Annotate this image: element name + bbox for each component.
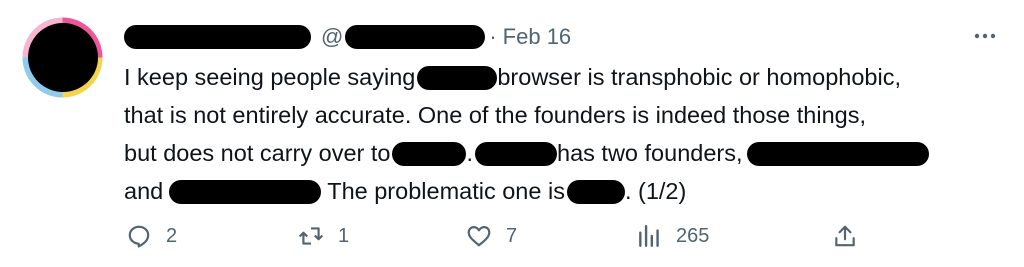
text-segment: I keep seeing people saying (124, 64, 416, 90)
more-button[interactable] (968, 24, 1002, 48)
repost-button[interactable]: 1 (298, 216, 349, 256)
redacted-text (392, 142, 467, 166)
display-name-redacted[interactable] (124, 25, 311, 49)
redacted-text (475, 142, 558, 166)
share-button[interactable] (832, 216, 858, 256)
repost-icon (298, 227, 324, 245)
tweet-text-line-4: and The problematic one is . (1/2) (124, 172, 1004, 210)
text-segment: browser is transphobic or homophobic, (497, 64, 901, 90)
tweet-date[interactable]: Feb 16 (503, 24, 572, 50)
text-segment: but does not carry over to (124, 140, 391, 166)
handle-redacted[interactable] (345, 25, 486, 49)
heart-icon (467, 226, 491, 247)
views-button[interactable]: 265 (636, 216, 709, 256)
more-horizontal-icon (974, 33, 996, 39)
tweet-header: @ · Feb 16 (124, 22, 571, 52)
views-icon (639, 225, 659, 247)
share-icon (835, 225, 855, 247)
tweet-text: I keep seeing people saying browser is tr… (124, 58, 1004, 210)
reply-icon (128, 225, 150, 248)
redacted-text (746, 142, 929, 166)
handle-at: @ (321, 24, 344, 49)
reply-button[interactable]: 2 (126, 216, 177, 256)
text-segment: and (124, 178, 164, 204)
redacted-text (417, 66, 498, 90)
text-segment: The problematic one is (327, 178, 565, 204)
redacted-text (169, 180, 322, 204)
tweet-text-line-1: I keep seeing people saying browser is tr… (124, 58, 1004, 96)
text-segment: . (1/2) (624, 178, 687, 204)
action-bar: 2 1 7 265 (0, 216, 1024, 256)
like-count: 7 (506, 224, 518, 247)
avatar-redaction (28, 23, 98, 92)
avatar[interactable] (22, 17, 103, 98)
like-button[interactable]: 7 (466, 216, 517, 256)
tweet-text-line-3: but does not carry over to. has two found… (124, 134, 1004, 172)
text-segment: that is not entirely accurate. One of th… (124, 102, 867, 128)
reply-count: 2 (166, 224, 178, 247)
text-segment: . (466, 140, 474, 166)
redacted-text (566, 180, 625, 204)
repost-count: 1 (338, 224, 350, 247)
tweet-text-line-2: that is not entirely accurate. One of th… (124, 96, 1004, 134)
text-segment: has two founders, (557, 140, 743, 166)
separator-dot: · (489, 24, 497, 49)
views-count: 265 (676, 224, 710, 247)
